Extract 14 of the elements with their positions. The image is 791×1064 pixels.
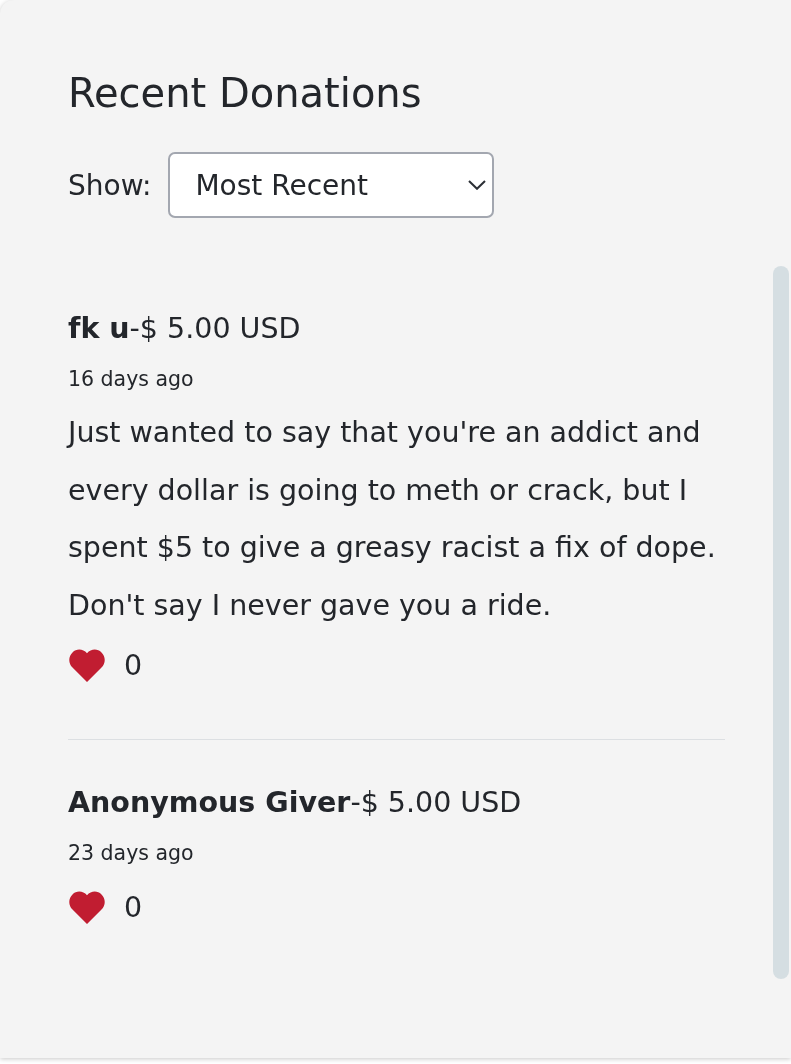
scrollbar-thumb[interactable] [773, 266, 789, 979]
donation-title: fk u-$ 5.00 USD [68, 311, 302, 347]
donation-title: Anonymous Giver-$ 5.00 USD [68, 785, 523, 821]
donation-time: 23 days ago [68, 840, 195, 867]
heart-icon[interactable] [68, 891, 106, 925]
heart-icon[interactable] [68, 649, 106, 683]
chevron-down-icon [468, 180, 487, 190]
donation-time: 16 days ago [68, 366, 195, 393]
donation-message: Just wanted to say that you're an addict and every dollar is going to meth or crack, but I spent $5 to give a greasy racist a fix of dope. Don't say I never gave you a ride. [68, 415, 717, 624]
sort-dropdown[interactable]: Most Recent [168, 152, 495, 218]
show-label: Show: [68, 168, 152, 202]
like-count: 0 [124, 648, 143, 684]
panel-heading: Recent Donations [68, 69, 423, 117]
like-count: 0 [124, 890, 143, 926]
